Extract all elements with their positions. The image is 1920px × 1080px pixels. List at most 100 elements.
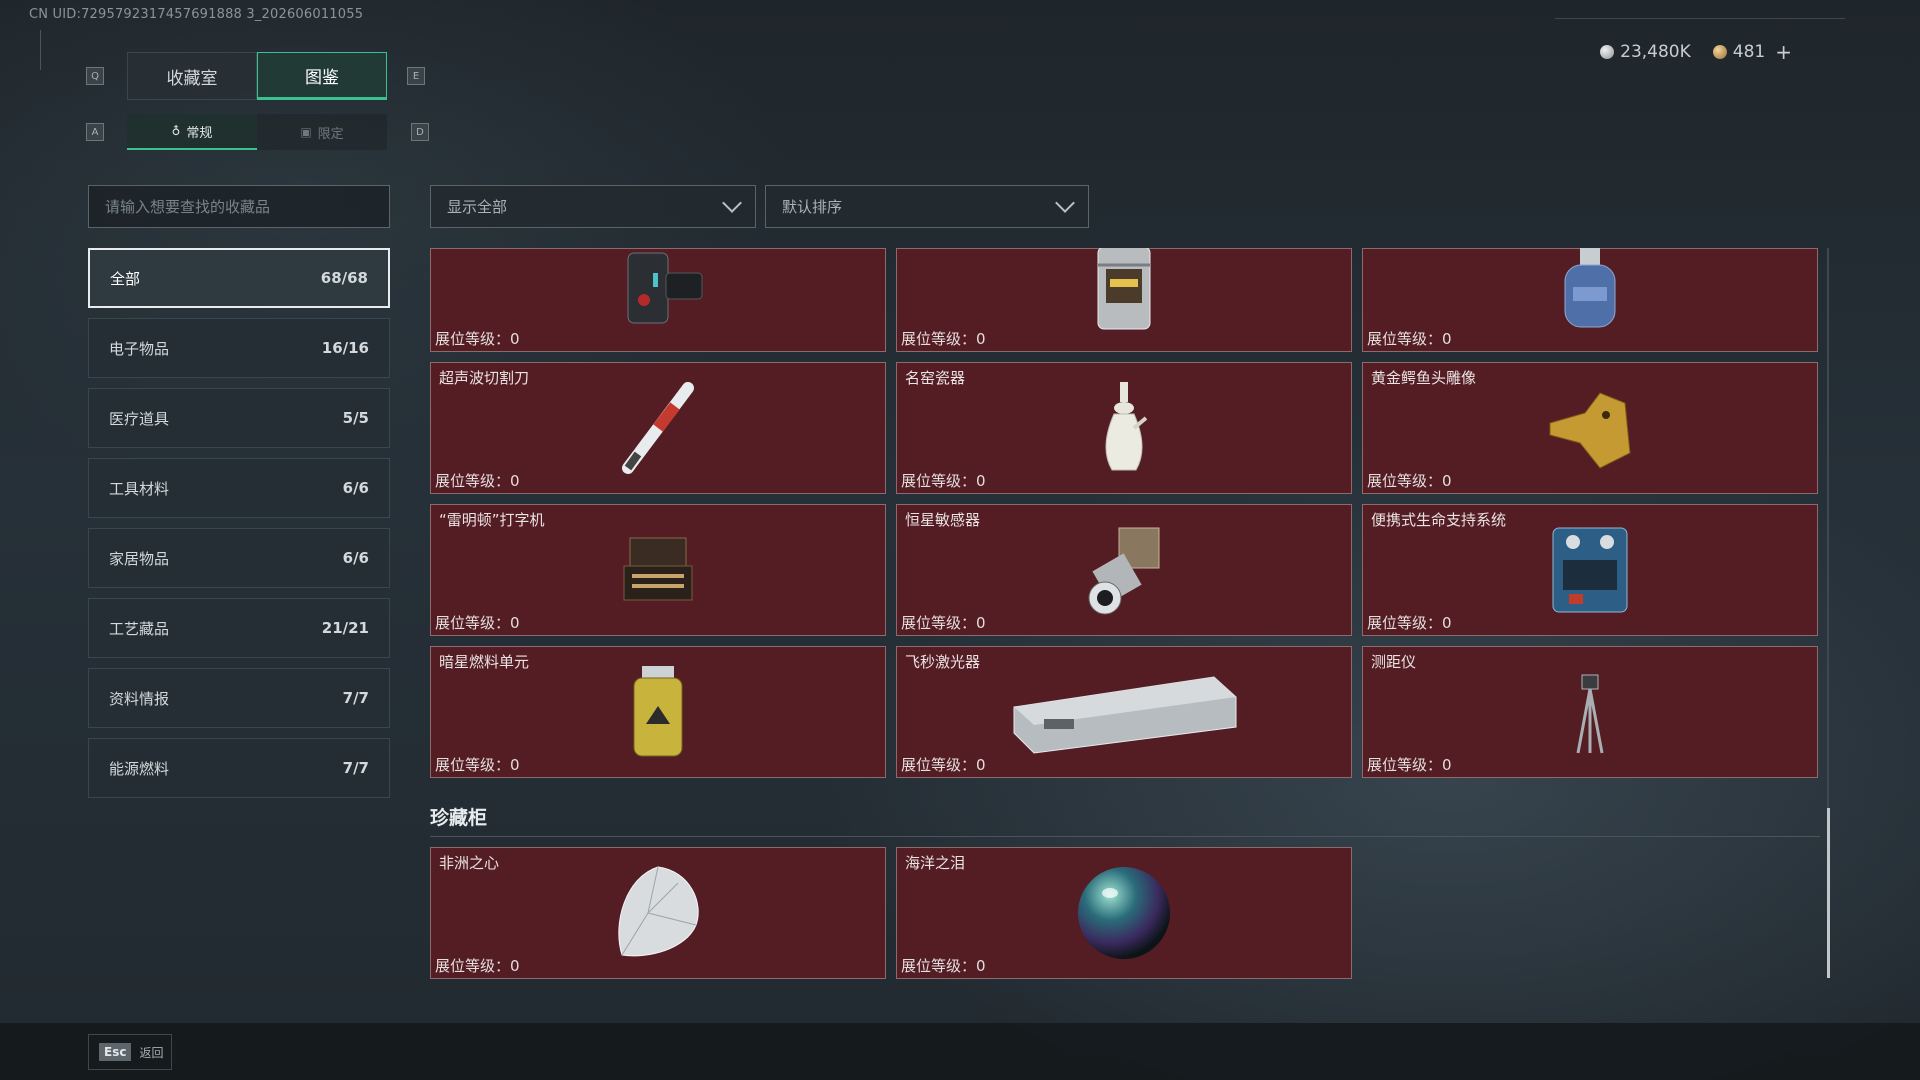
category-intel[interactable]: 资料情报 7/7 [88, 668, 390, 728]
booth-level: 展位等级：0 [435, 957, 520, 975]
golden-croc-icon [1549, 392, 1631, 469]
item-card[interactable]: 超声波切割刀 展位等级：0 [430, 362, 886, 494]
tab-codex[interactable]: 图鉴 [257, 52, 387, 100]
category-count: 5/5 [342, 409, 369, 427]
section-divider [430, 836, 1820, 837]
item-name: “雷明顿”打字机 [439, 511, 545, 529]
category-count: 6/6 [342, 479, 369, 497]
booth-level: 展位等级：0 [901, 614, 986, 632]
laser-box-icon [1013, 676, 1237, 754]
category-count: 7/7 [342, 759, 369, 777]
regular-icon: ♁ [171, 124, 181, 138]
item-card[interactable]: 飞秒激光器 展位等级：0 [896, 646, 1352, 778]
gold-coin-icon [1712, 45, 1727, 59]
uid-text: CN UID:7295792317457691888 3_20260601105… [29, 7, 364, 22]
category-count: 21/21 [321, 619, 369, 637]
category-label: 工具材料 [109, 479, 170, 498]
item-card[interactable]: 测距仪 展位等级：0 [1362, 646, 1818, 778]
sub-tabs: ♁ 常规 ▣ 限定 [127, 114, 387, 150]
category-count: 7/7 [342, 689, 369, 707]
silver-coin-icon [1600, 45, 1615, 59]
item-name: 非洲之心 [439, 854, 500, 872]
tab-collection-room[interactable]: 收藏室 [127, 52, 257, 100]
item-card[interactable]: 展位等级：0 [1362, 248, 1818, 352]
category-list: 全部 68/68 电子物品 16/16 医疗道具 5/5 工具材料 6/6 家居物品 6/… [88, 248, 390, 808]
currency-bar: 23,480K 481 + [1600, 40, 1792, 64]
section-title: 珍藏柜 [430, 807, 488, 829]
wrist-device-icon [627, 252, 703, 324]
booth-level: 展位等级：0 [901, 957, 986, 975]
bottom-bar [0, 1023, 1920, 1080]
booth-level: 展位等级：0 [901, 330, 986, 348]
category-electronics[interactable]: 电子物品 16/16 [88, 318, 390, 378]
key-hint-a: A [86, 123, 104, 141]
collection-grid: 展位等级：0 展位等级：0 展位等级：0 超声波切割刀 展位等级：0 名窑瓷器 [430, 248, 1820, 988]
back-label: 返回 [139, 1045, 164, 1060]
booth-level: 展位等级：0 [435, 330, 520, 348]
back-button[interactable]: Esc 返回 [88, 1034, 172, 1070]
category-tools[interactable]: 工具材料 6/6 [88, 458, 390, 518]
key-hint-d: D [411, 123, 429, 141]
category-label: 工艺藏品 [109, 619, 170, 638]
sort-dropdown[interactable]: 默认排序 [765, 185, 1089, 228]
search-input[interactable] [88, 185, 390, 228]
silver-currency: 23,480K [1600, 42, 1691, 62]
item-card[interactable]: 暗星燃料单元 展位等级：0 [430, 646, 886, 778]
item-name: 名窑瓷器 [905, 369, 966, 387]
filter-dropdown[interactable]: 显示全部 [430, 185, 756, 228]
subtab-regular[interactable]: ♁ 常规 [127, 114, 257, 150]
category-count: 68/68 [320, 269, 368, 287]
subtab-limited[interactable]: ▣ 限定 [257, 114, 387, 150]
grid-scrollbar[interactable] [1827, 248, 1830, 978]
pearl-icon [1078, 867, 1170, 959]
diamond-icon [618, 866, 699, 957]
item-card[interactable]: 展位等级：0 [430, 248, 886, 352]
item-name: 海洋之泪 [905, 854, 966, 872]
scroll-thumb[interactable] [1827, 808, 1830, 978]
item-name: 飞秒激光器 [905, 653, 981, 671]
booth-level: 展位等级：0 [1367, 756, 1452, 774]
category-crafts[interactable]: 工艺藏品 21/21 [88, 598, 390, 658]
gas-canister-icon [1564, 248, 1616, 328]
item-card[interactable]: 恒星敏感器 展位等级：0 [896, 504, 1352, 636]
chevron-down-icon [1055, 192, 1075, 213]
add-currency-button[interactable]: + [1775, 40, 1792, 64]
gold-amount: 481 [1732, 42, 1766, 62]
corner-decoration [40, 30, 50, 70]
item-name: 黄金鳄鱼头雕像 [1371, 369, 1477, 387]
key-hint-q: Q [86, 67, 104, 85]
category-label: 能源燃料 [109, 759, 170, 778]
category-energy[interactable]: 能源燃料 7/7 [88, 738, 390, 798]
item-name: 测距仪 [1371, 653, 1417, 671]
item-name: 暗星燃料单元 [439, 653, 530, 671]
item-card[interactable]: 便携式生命支持系统 展位等级：0 [1362, 504, 1818, 636]
category-household[interactable]: 家居物品 6/6 [88, 528, 390, 588]
fuel-cell-icon [633, 666, 683, 757]
item-card[interactable]: 名窑瓷器 展位等级：0 [896, 362, 1352, 494]
filter-dropdown-label: 显示全部 [447, 198, 508, 216]
scalpel-icon [622, 382, 694, 474]
category-label: 全部 [110, 269, 141, 288]
silver-amount: 23,480K [1620, 42, 1691, 62]
item-name: 恒星敏感器 [905, 511, 981, 529]
sort-dropdown-label: 默认排序 [782, 198, 843, 216]
booth-level: 展位等级：0 [435, 614, 520, 632]
category-medical[interactable]: 医疗道具 5/5 [88, 388, 390, 448]
item-card[interactable]: 黄金鳄鱼头雕像 展位等级：0 [1362, 362, 1818, 494]
item-card[interactable]: 海洋之泪 展位等级：0 [896, 847, 1352, 979]
item-card[interactable]: 展位等级：0 [896, 248, 1352, 352]
category-count: 6/6 [342, 549, 369, 567]
item-name: 便携式生命支持系统 [1371, 511, 1507, 529]
booth-level: 展位等级：0 [1367, 614, 1452, 632]
key-hint-e: E [407, 67, 425, 85]
category-label: 电子物品 [109, 339, 170, 358]
star-sensor-icon [1088, 527, 1160, 615]
subtab-regular-label: 常规 [186, 125, 213, 141]
category-all[interactable]: 全部 68/68 [88, 248, 390, 308]
item-name: 超声波切割刀 [439, 369, 530, 387]
item-card[interactable]: 非洲之心 展位等级：0 [430, 847, 886, 979]
top-divider [1555, 18, 1845, 19]
porcelain-vase-icon [1105, 382, 1148, 471]
item-card[interactable]: “雷明顿”打字机 展位等级：0 [430, 504, 886, 636]
subtab-limited-label: 限定 [317, 126, 344, 142]
